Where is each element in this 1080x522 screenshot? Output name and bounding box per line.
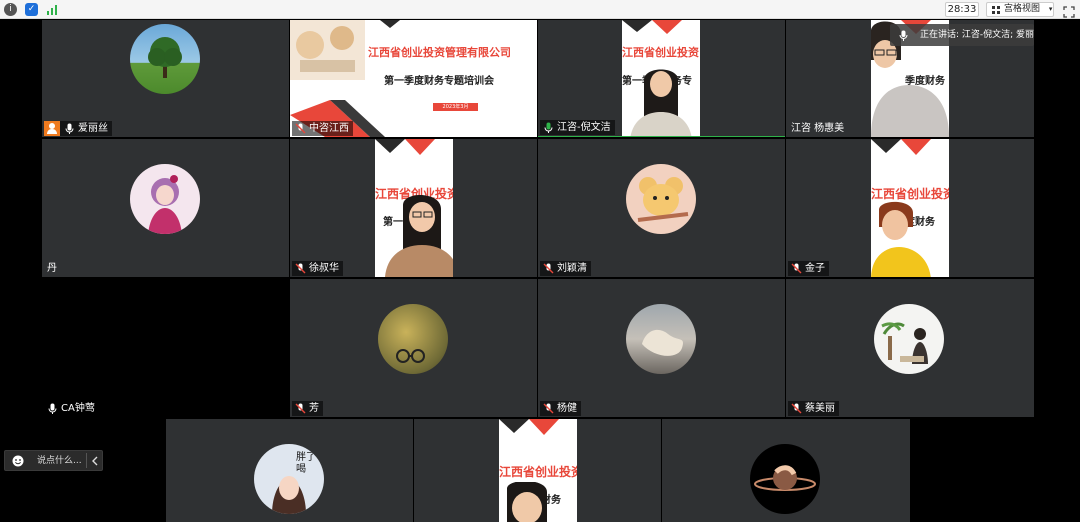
avatar <box>378 304 448 374</box>
video-tile[interactable]: 蔡美丽 <box>786 279 1034 417</box>
chevron-down-icon: ▾ <box>1048 5 1053 13</box>
speaking-text: 正在讲话: 江咨-倪文洁; 爱丽丝; <box>920 30 1034 40</box>
participant-label: 金子 <box>788 261 829 276</box>
mic-icon <box>65 123 74 134</box>
signal-icon[interactable] <box>46 3 59 16</box>
participant-name: 爱丽丝 <box>78 123 108 134</box>
shared-slide: 江西省创业投资 第一季度财务专 <box>622 20 700 136</box>
chat-input[interactable]: 说点什么... <box>4 450 103 471</box>
participant-label: CA钟莺 <box>44 401 99 416</box>
shared-slide: 江西省创业投资 第一 <box>375 139 453 277</box>
participant-label: 江咨 杨惠美 <box>788 121 848 136</box>
shared-slide: 江西省创业投资 度财务 <box>499 419 577 522</box>
mic-muted-icon <box>295 263 306 274</box>
participant-label: 爱丽丝 <box>44 121 112 136</box>
mic-muted-icon <box>295 123 306 134</box>
mic-muted-icon <box>543 403 554 414</box>
mic-active-icon <box>544 122 553 133</box>
meeting-timer: 28:33 <box>945 2 979 17</box>
video-tile[interactable] <box>662 419 910 522</box>
divider <box>86 453 87 468</box>
emoji-icon[interactable] <box>12 455 24 467</box>
view-mode-label: 宫格视图 <box>1004 4 1041 14</box>
video-tile[interactable]: 刘颖清 <box>538 139 785 277</box>
video-tile-active-speaker[interactable]: 江西省创业投资 第一季度财务专 江咨-倪文洁 <box>538 20 785 137</box>
participant-name: 江咨 杨惠美 <box>791 123 845 134</box>
participant-label: 刘颖清 <box>540 261 591 276</box>
video-tile[interactable]: 杨健 <box>538 279 785 417</box>
avatar <box>626 164 696 234</box>
video-tile[interactable]: 爱丽丝 <box>42 20 289 137</box>
avatar <box>874 304 944 374</box>
slide-title-cropped: 江西省创业投资 <box>499 465 577 479</box>
mic-icon <box>48 403 57 414</box>
view-mode-button[interactable]: 宫格视图 ▾ <box>986 2 1054 17</box>
participant-label: 蔡美丽 <box>788 401 839 416</box>
slide-date: 2023年3月 <box>433 103 478 111</box>
info-icon[interactable]: i <box>4 3 17 16</box>
shared-slide: 江西省创业投资管理有限公司 第一季度财务专题培训会 2023年3月 <box>290 20 537 137</box>
participant-name: 江咨-倪文洁 <box>557 122 611 133</box>
person-video <box>385 194 453 277</box>
participant-name: 金子 <box>805 263 825 274</box>
slide-subtitle: 第一季度财务专题培训会 <box>384 76 494 87</box>
mic-muted-icon <box>791 403 802 414</box>
mic-muted-icon <box>791 263 802 274</box>
chat-placeholder[interactable]: 说点什么... <box>37 451 82 471</box>
video-tile[interactable]: 芳 <box>290 279 537 417</box>
fullscreen-icon[interactable] <box>1063 3 1075 18</box>
person-video <box>630 69 692 136</box>
mic-muted-icon <box>543 263 554 274</box>
participant-name: CA钟莺 <box>61 403 95 414</box>
speaking-indicator: 正在讲话: 江咨-倪文洁; 爱丽丝; <box>890 24 1034 46</box>
participant-label: 芳 <box>292 401 323 416</box>
participant-label: 徐叔华 <box>292 261 343 276</box>
video-tile[interactable]: 江西省创业投资 度财务 金子 <box>786 139 1034 277</box>
grid-view-icon <box>992 6 1000 14</box>
person-video <box>507 482 547 522</box>
shared-slide: 江西省创业投资 度财务 <box>871 139 949 277</box>
video-tile[interactable]: 江西省创业投资 度财务 <box>414 419 661 522</box>
shield-icon[interactable]: ✓ <box>25 3 38 16</box>
slide-title-cropped: 江西省创业投资 <box>622 46 699 59</box>
svg-text:喝: 喝 <box>296 463 306 475</box>
avatar <box>750 444 820 514</box>
video-tile-video-off[interactable]: CA钟莺 <box>42 279 289 417</box>
svg-text:胖了: 胖了 <box>296 451 316 463</box>
avatar <box>626 304 696 374</box>
avatar <box>130 24 200 94</box>
video-tile[interactable]: 江西省创业投资管理有限公司 第一季度财务专题培训会 2023年3月 中咨江西 <box>290 20 537 137</box>
participant-name: 丹 <box>47 263 57 274</box>
participant-name: 中咨江西 <box>309 123 349 134</box>
participant-label: 中咨江西 <box>292 121 353 136</box>
avatar <box>130 164 200 234</box>
participant-label: 江咨-倪文洁 <box>540 120 615 135</box>
mic-icon <box>899 30 908 41</box>
video-tile[interactable]: 丹 <box>42 139 289 277</box>
person-video <box>871 201 931 277</box>
participant-name: 徐叔华 <box>309 263 339 274</box>
participant-name: 芳 <box>309 403 319 414</box>
participant-name: 蔡美丽 <box>805 403 835 414</box>
participant-label: 丹 <box>44 261 61 276</box>
participant-name: 刘颖清 <box>557 263 587 274</box>
slide-title: 江西省创业投资管理有限公司 <box>368 46 511 59</box>
chevron-left-icon[interactable] <box>91 456 99 466</box>
meeting-window: i ✓ 28:33 宫格视图 ▾ 爱丽丝 江西省创业投资管理有限公司 第一季度财… <box>0 0 1080 522</box>
video-tile[interactable]: 胖了喝 <box>166 419 413 522</box>
top-toolbar: i ✓ 28:33 宫格视图 ▾ <box>0 0 1080 19</box>
mic-muted-icon <box>295 403 306 414</box>
participant-name: 杨健 <box>557 403 577 414</box>
video-tile[interactable]: 江西省创业投资 第一 徐叔华 <box>290 139 537 277</box>
participant-label: 杨健 <box>540 401 581 416</box>
avatar: 胖了喝 <box>254 444 324 514</box>
host-icon <box>44 121 60 136</box>
